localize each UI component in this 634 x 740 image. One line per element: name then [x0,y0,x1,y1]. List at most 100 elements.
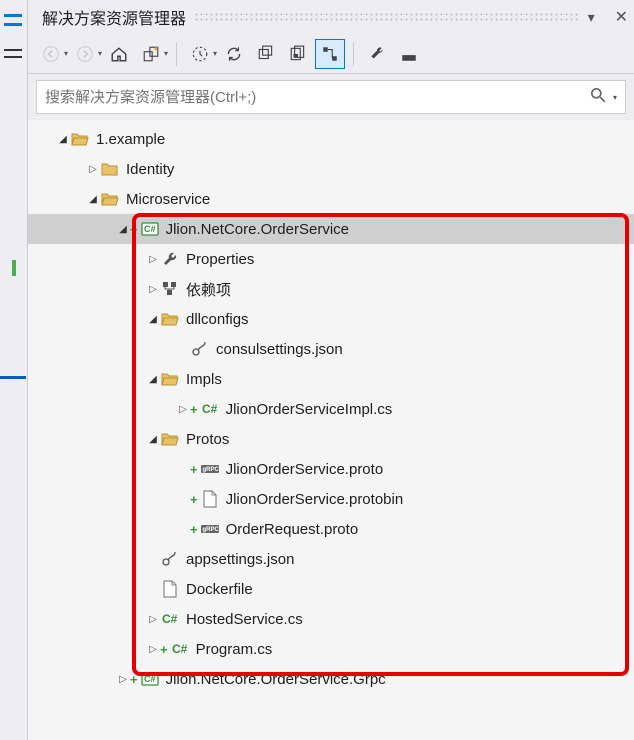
file-dockerfile[interactable]: ▷Dockerfile [28,574,634,604]
folder-properties[interactable]: ▷ Properties [28,244,634,274]
pending-changes-button[interactable] [185,39,215,69]
show-all-files-button[interactable] [283,39,313,69]
git-added-icon: + [190,462,198,477]
folder-identity[interactable]: ▷ Identity [28,154,634,184]
panel-title: 解决方案资源管理器 [42,5,186,29]
folder-open-icon [100,189,120,209]
folder-icon [100,159,120,179]
gutter-mark [4,46,22,60]
project-orderservice[interactable]: ◢+ Jlion.NetCore.OrderService [28,214,634,244]
node-label: dllconfigs [186,311,249,328]
node-label: appsettings.json [186,551,294,568]
node-label: consulsettings.json [216,341,343,358]
search-input[interactable] [45,89,589,106]
folder-microservice[interactable]: ◢Microservice [28,184,634,214]
expand-arrow[interactable]: ▷ [86,164,100,175]
node-label: JlionOrderService.protobin [226,491,404,508]
sync-button[interactable] [219,39,249,69]
node-label: 1.example [96,131,165,148]
node-label: Program.cs [196,641,273,658]
folder-open-icon [70,129,90,149]
file-consulsettings[interactable]: ▷consulsettings.json [28,334,634,364]
expand-arrow[interactable]: ◢ [146,314,160,325]
expand-arrow[interactable]: ▷ [116,674,130,685]
search-icon[interactable] [589,86,607,108]
folder-impls[interactable]: ◢Impls [28,364,634,394]
switch-views-dropdown[interactable]: ▾ [164,49,168,58]
git-added-icon: + [160,642,168,657]
expand-arrow[interactable]: ▷ [176,404,190,415]
git-added-icon: + [190,492,198,507]
project-orderservice-grpc[interactable]: ▷+Jlion.NetCore.OrderService.Grpc [28,664,634,694]
expand-arrow[interactable]: ▷ [146,614,160,625]
back-dropdown[interactable]: ▾ [64,49,68,58]
file-orderserviceimpl[interactable]: ▷+ JlionOrderServiceImpl.cs [28,394,634,424]
file-appsettings[interactable]: ▷appsettings.json [28,544,634,574]
gutter-change-mark [12,260,16,276]
grpc-icon [200,459,220,479]
node-label: Jlion.NetCore.OrderService [166,221,349,238]
expand-arrow[interactable]: ◢ [146,374,160,385]
expand-arrow[interactable]: ▷ [146,284,160,295]
node-label: Identity [126,161,174,178]
home-button[interactable] [104,39,134,69]
folder-dependencies[interactable]: ▷ 依赖项 [28,274,634,304]
file-orderservice-protobin[interactable]: ▷+JlionOrderService.protobin [28,484,634,514]
expand-arrow[interactable]: ◢ [146,434,160,445]
folder-open-icon [160,309,180,329]
json-icon [160,549,180,569]
folder-protos[interactable]: ◢ Protos [28,424,634,454]
deps-icon [160,279,180,299]
collapse-all-button[interactable] [251,39,281,69]
csproj-icon [140,219,160,239]
expand-arrow[interactable]: ▷ [146,254,160,265]
node-label: JlionOrderService.proto [226,461,384,478]
search-dropdown[interactable]: ▾ [613,93,617,102]
pending-dropdown[interactable]: ▾ [213,49,217,58]
file-orderrequest-proto[interactable]: ▷+OrderRequest.proto [28,514,634,544]
forward-button[interactable] [70,39,100,69]
node-label: Protos [186,431,229,448]
editor-gutter [0,0,28,740]
panel-titlebar: 解决方案资源管理器 ▾ ✕ [28,0,634,34]
node-label: Properties [186,251,254,268]
json-icon [190,339,210,359]
properties-button[interactable] [362,39,392,69]
csproj-icon [140,669,160,689]
git-added-icon: + [190,402,198,417]
expand-arrow[interactable]: ◢ [116,224,130,235]
node-label: Dockerfile [186,581,253,598]
expand-arrow[interactable]: ◢ [56,134,70,145]
solution-explorer-panel: 解决方案资源管理器 ▾ ✕ ▾ ▾ ▾ ▾ [28,0,634,740]
grpc-icon [200,519,220,539]
node-label: JlionOrderServiceImpl.cs [226,401,393,418]
node-label: 依赖项 [186,279,231,300]
file-hostedservice[interactable]: ▷ HostedService.cs [28,604,634,634]
close-icon[interactable]: ✕ [615,7,628,27]
expand-arrow[interactable]: ▷ [146,644,160,655]
back-button[interactable] [36,39,66,69]
file-orderservice-proto[interactable]: ▷+JlionOrderService.proto [28,454,634,484]
wrench-icon [160,249,180,269]
preview-button[interactable] [394,39,424,69]
folder-dllconfigs[interactable]: ◢ dllconfigs [28,304,634,334]
tree-view[interactable]: ◢1.example▷Identity◢Microservice◢+Jlion.… [28,120,634,740]
git-added-icon: + [130,222,138,237]
git-added-icon: + [190,522,198,537]
cs-icon [170,639,190,659]
folder-open-icon [160,429,180,449]
search-bar: ▾ [36,80,626,114]
node-label: HostedService.cs [186,611,303,628]
titlebar-grip[interactable] [194,12,580,22]
file-program[interactable]: ▷+ Program.cs [28,634,634,664]
cs-icon [200,399,220,419]
dropdown-icon[interactable]: ▾ [588,9,595,26]
forward-dropdown[interactable]: ▾ [98,49,102,58]
gutter-mark [4,14,22,26]
expand-arrow[interactable]: ◢ [86,194,100,205]
switch-views-button[interactable] [136,39,166,69]
folder-example[interactable]: ◢ 1.example [28,124,634,154]
track-active-button[interactable] [315,39,345,69]
file-icon [200,489,220,509]
file-icon [160,579,180,599]
